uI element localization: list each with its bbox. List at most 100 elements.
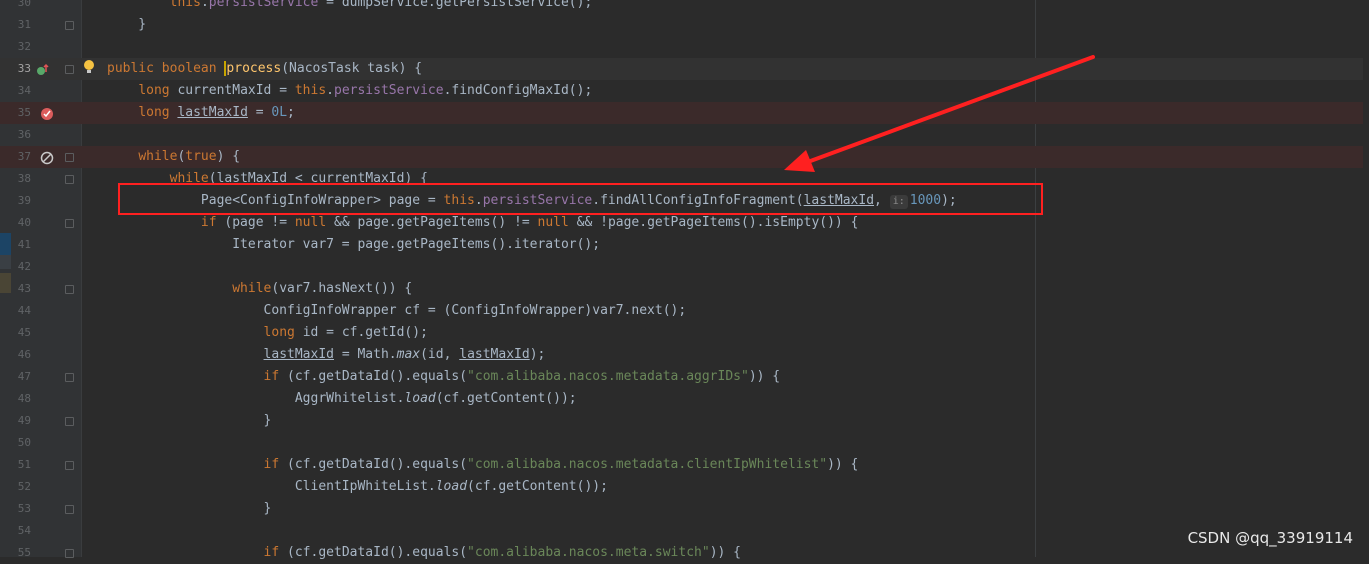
line-number[interactable]: 42 (11, 256, 31, 278)
code-row[interactable]: 42 (0, 256, 1369, 278)
code-text[interactable]: while(var7.hasNext()) { (107, 278, 412, 300)
code-row[interactable]: 46 lastMaxId = Math.max(id, lastMaxId); (0, 344, 1369, 366)
line-number[interactable]: 50 (11, 432, 31, 454)
line-number[interactable]: 41 (11, 234, 31, 256)
line-number[interactable]: 45 (11, 322, 31, 344)
code-token: } (107, 17, 147, 32)
code-row[interactable]: 35 long lastMaxId = 0L; (0, 102, 1369, 124)
code-text[interactable]: Iterator var7 = page.getPageItems().iter… (107, 234, 600, 256)
fold-marker-icon[interactable] (65, 373, 74, 382)
code-token: (cf.getDataId().equals( (287, 369, 468, 384)
code-row[interactable]: 30 this.persistService = dumpService.get… (0, 0, 1369, 14)
code-row[interactable]: 43 while(var7.hasNext()) { (0, 278, 1369, 300)
line-number[interactable]: 44 (11, 300, 31, 322)
code-row[interactable]: 48 AggrWhitelist.load(cf.getContent()); (0, 388, 1369, 410)
lightbulb-icon[interactable] (82, 59, 96, 73)
code-text[interactable]: ConfigInfoWrapper cf = (ConfigInfoWrappe… (107, 300, 687, 322)
code-row[interactable]: 53 } (0, 498, 1369, 520)
line-number[interactable]: 39 (11, 190, 31, 212)
code-text[interactable]: long id = cf.getId(); (107, 322, 428, 344)
code-row[interactable]: 50 (0, 432, 1369, 454)
line-number[interactable]: 35 (11, 102, 31, 124)
code-text[interactable]: lastMaxId = Math.max(id, lastMaxId); (107, 344, 546, 366)
code-text[interactable]: if (cf.getDataId().equals("com.alibaba.n… (107, 366, 781, 388)
line-number[interactable]: 40 (11, 212, 31, 234)
code-row[interactable]: 40 if (page != null && page.getPageItems… (0, 212, 1369, 234)
code-text[interactable]: this.persistService = dumpService.getPer… (107, 0, 593, 14)
code-row[interactable]: 44 ConfigInfoWrapper cf = (ConfigInfoWra… (0, 300, 1369, 322)
line-number[interactable]: 31 (11, 14, 31, 36)
code-row[interactable]: 54 (0, 520, 1369, 542)
code-token: if (200, 215, 225, 230)
line-number[interactable]: 55 (11, 542, 31, 564)
code-text[interactable]: long currentMaxId = this.persistService.… (107, 80, 592, 102)
line-number[interactable]: 38 (11, 168, 31, 190)
fold-marker-icon[interactable] (65, 175, 74, 184)
code-row[interactable]: 49 } (0, 410, 1369, 432)
code-text[interactable]: if (page != null && page.getPageItems() … (107, 212, 858, 234)
fold-marker-icon[interactable] (65, 153, 74, 162)
code-row[interactable]: 34 long currentMaxId = this.persistServi… (0, 80, 1369, 102)
fold-marker-icon[interactable] (65, 65, 74, 74)
code-row[interactable]: 51 if (cf.getDataId().equals("com.alibab… (0, 454, 1369, 476)
code-token: ) { (216, 149, 241, 164)
code-text[interactable]: long lastMaxId = 0L; (107, 102, 295, 124)
vertical-scrollbar[interactable] (1363, 0, 1369, 557)
code-text[interactable]: if (cf.getDataId().equals("com.alibaba.n… (107, 454, 859, 476)
code-row[interactable]: 45 long id = cf.getId(); (0, 322, 1369, 344)
code-token: (cf.getDataId().equals( (287, 457, 468, 472)
code-token: long (263, 325, 303, 340)
code-token: process (224, 61, 282, 76)
line-number[interactable]: 32 (11, 36, 31, 58)
code-text[interactable]: } (107, 498, 272, 520)
line-number[interactable]: 54 (11, 520, 31, 542)
code-token: (page != (224, 215, 295, 230)
code-text[interactable]: while(true) { (107, 146, 240, 168)
line-number[interactable]: 33 (11, 58, 31, 80)
line-number[interactable]: 30 (11, 0, 31, 14)
fold-marker-icon[interactable] (65, 21, 74, 30)
code-token: .findConfigMaxId(); (443, 83, 593, 98)
line-number[interactable]: 51 (11, 454, 31, 476)
code-row[interactable]: 31 } (0, 14, 1369, 36)
line-number[interactable]: 36 (11, 124, 31, 146)
fold-marker-icon[interactable] (65, 219, 74, 228)
code-editor[interactable]: 30 this.persistService = dumpService.get… (0, 0, 1369, 560)
line-number[interactable]: 47 (11, 366, 31, 388)
code-row[interactable]: 37 while(true) { (0, 146, 1369, 168)
code-row[interactable]: 41 Iterator var7 = page.getPageItems().i… (0, 234, 1369, 256)
disabled-breakpoint-icon[interactable] (40, 150, 54, 165)
line-number[interactable]: 43 (11, 278, 31, 300)
line-number[interactable]: 49 (11, 410, 31, 432)
fold-marker-icon[interactable] (65, 461, 74, 470)
code-token: if (263, 545, 288, 560)
code-token: Iterator var7 = page.getPageItems().iter… (107, 237, 601, 252)
code-row[interactable]: 32 (0, 36, 1369, 58)
code-text[interactable]: AggrWhitelist.load(cf.getContent()); (107, 388, 577, 410)
code-text[interactable]: public boolean process(NacosTask task) { (107, 58, 422, 80)
fold-marker-icon[interactable] (65, 417, 74, 426)
code-text[interactable]: } (107, 410, 272, 432)
line-number[interactable]: 34 (11, 80, 31, 102)
code-row[interactable]: 55 if (cf.getDataId().equals("com.alibab… (0, 542, 1369, 564)
fold-marker-icon[interactable] (65, 285, 74, 294)
line-number[interactable]: 37 (11, 146, 31, 168)
line-number[interactable]: 48 (11, 388, 31, 410)
breakpoint-icon[interactable] (40, 106, 54, 120)
override-method-icon[interactable] (36, 62, 50, 76)
code-text[interactable]: if (cf.getDataId().equals("com.alibaba.n… (107, 542, 741, 564)
code-row[interactable]: 52 ClientIpWhiteList.load(cf.getContent(… (0, 476, 1369, 498)
code-token: (cf.getDataId().equals( (287, 545, 468, 560)
code-token: if (263, 457, 288, 472)
code-row[interactable]: 47 if (cf.getDataId().equals("com.alibab… (0, 366, 1369, 388)
code-text[interactable]: } (107, 14, 146, 36)
line-number[interactable]: 46 (11, 344, 31, 366)
line-number[interactable]: 53 (11, 498, 31, 520)
fold-marker-icon[interactable] (65, 505, 74, 514)
code-row[interactable]: 33 public boolean process(NacosTask task)… (0, 58, 1369, 80)
code-token: load (404, 391, 436, 406)
line-number[interactable]: 52 (11, 476, 31, 498)
code-text[interactable]: ClientIpWhiteList.load(cf.getContent()); (107, 476, 608, 498)
code-row[interactable]: 36 (0, 124, 1369, 146)
